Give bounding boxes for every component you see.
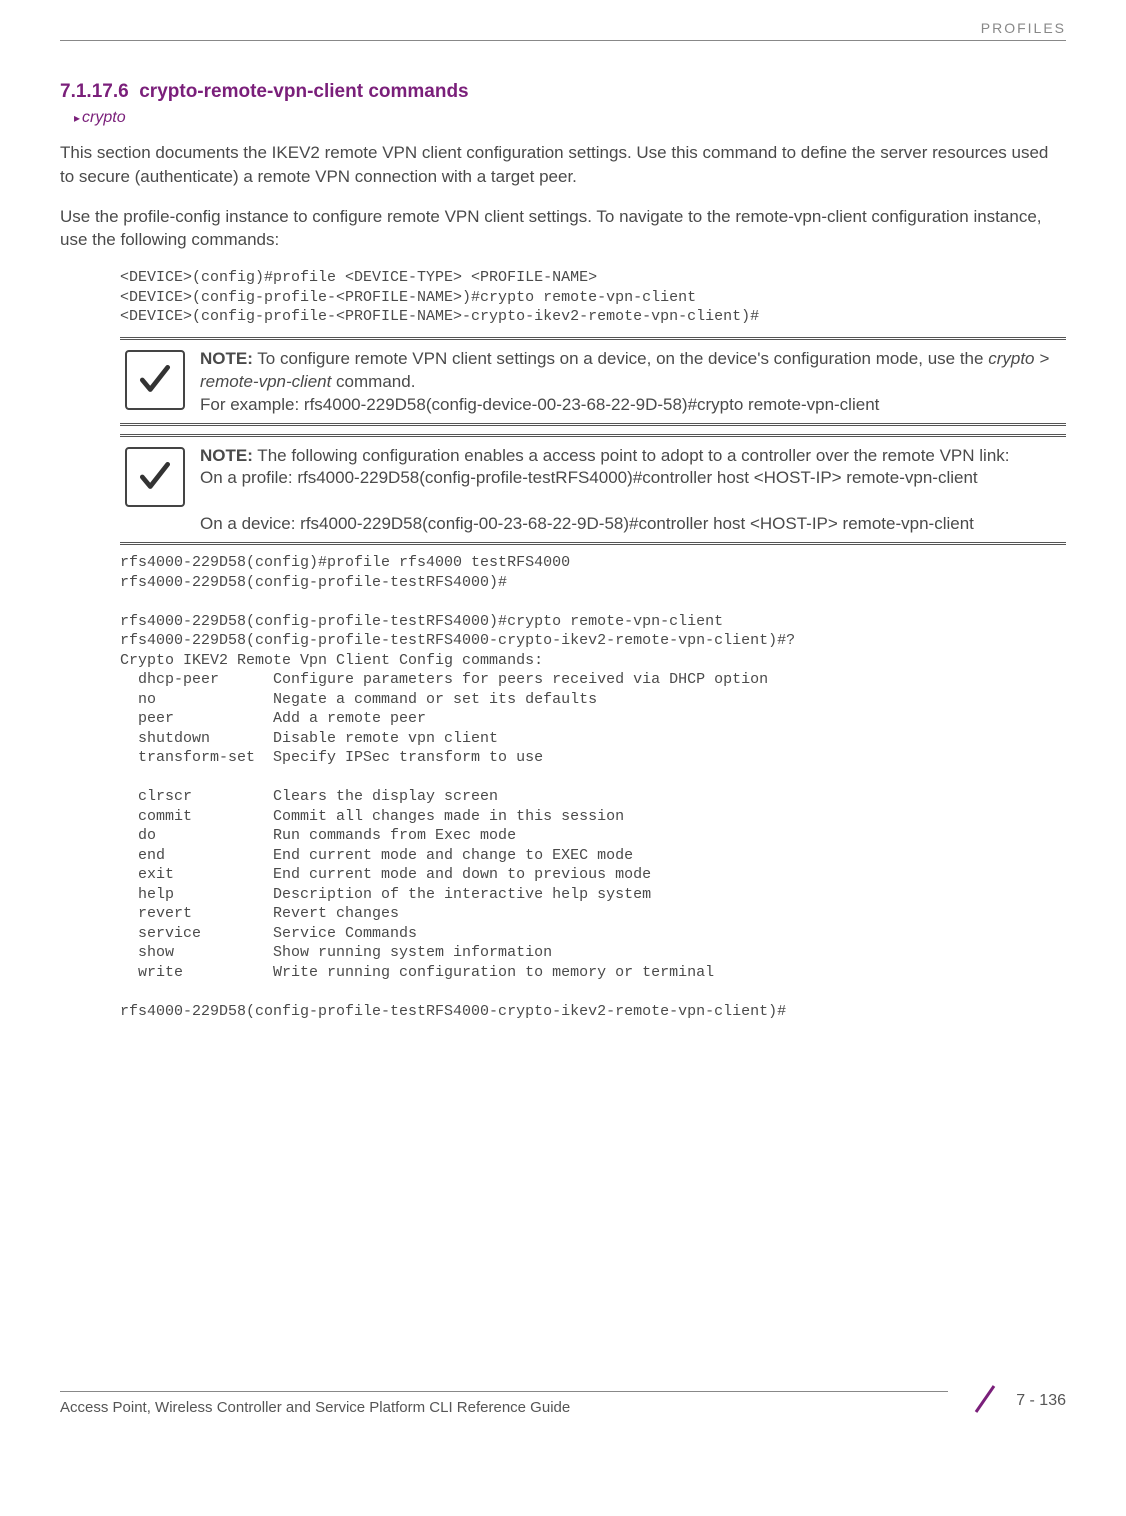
section-title: crypto-remote-vpn-client commands (139, 81, 468, 102)
note2-t2: On a profile: rfs4000-229D58(config-prof… (200, 468, 978, 487)
page-number: 7 - 136 (1016, 1392, 1066, 1410)
intro-paragraph-2: Use the profile-config instance to confi… (60, 205, 1066, 253)
note2-t1: The following configuration enables a ac… (253, 446, 1010, 465)
note1-t3: For example: rfs4000-229D58(config-devic… (200, 395, 879, 414)
note-text-2: NOTE: The following configuration enable… (200, 443, 1010, 537)
note2-bold: NOTE: (200, 446, 253, 465)
note2-t3: On a device: rfs4000-229D58(config-00-23… (200, 514, 974, 533)
page-footer: Access Point, Wireless Controller and Se… (60, 1382, 1066, 1420)
footer-rule (60, 1391, 948, 1392)
breadcrumb: crypto (74, 109, 1066, 127)
note-text-1: NOTE: To configure remote VPN client set… (200, 346, 1066, 417)
code-block-1: <DEVICE>(config)#profile <DEVICE-TYPE> <… (120, 268, 1066, 327)
section-number: 7.1.17.6 (60, 81, 129, 102)
code-block-2: rfs4000-229D58(config)#profile rfs4000 t… (120, 553, 1066, 1021)
note-icon-cell (120, 346, 200, 414)
footer-title: Access Point, Wireless Controller and Se… (60, 1399, 580, 1416)
header-label: PROFILES (60, 20, 1066, 41)
note1-t2: command. (331, 372, 415, 391)
note1-t1: To configure remote VPN client settings … (253, 349, 988, 368)
note-box-2: NOTE: The following configuration enable… (120, 434, 1066, 546)
intro-paragraph-1: This section documents the IKEV2 remote … (60, 141, 1066, 189)
footer-slash-icon (968, 1382, 1002, 1420)
checkmark-icon (125, 447, 185, 507)
note-icon-cell (120, 443, 200, 511)
note1-bold: NOTE: (200, 349, 253, 368)
section-heading: 7.1.17.6 crypto-remote-vpn-client comman… (60, 81, 1066, 103)
note-box-1: NOTE: To configure remote VPN client set… (120, 337, 1066, 426)
checkmark-icon (125, 350, 185, 410)
